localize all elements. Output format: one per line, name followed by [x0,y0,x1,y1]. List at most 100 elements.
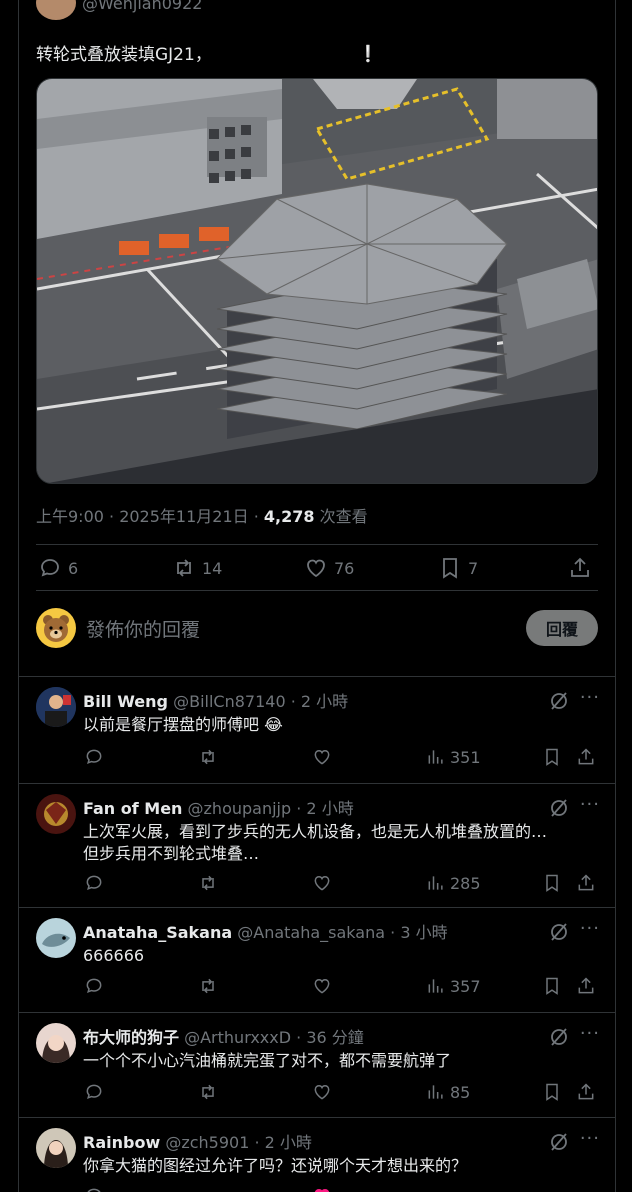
reply-time[interactable]: · 2 小時 [296,799,353,818]
grok-icon[interactable] [548,797,570,819]
reply-button[interactable] [84,1082,104,1102]
bookmark-button[interactable]: 7 [438,556,478,580]
reply-time[interactable]: · 36 分鐘 [296,1028,364,1047]
reply-item[interactable]: Anataha_Sakana @Anataha_sakana · 3 小時 ··… [18,908,616,1012]
grok-icon[interactable] [548,1026,570,1048]
like-button[interactable] [312,1082,332,1102]
reply-author-name[interactable]: Anataha_Sakana [83,923,232,942]
heart-icon [314,1188,330,1192]
author-handle[interactable]: @Wenjian0922 [82,0,202,16]
avatar-image [36,794,76,834]
heart-icon [314,1084,330,1100]
share-button[interactable] [568,556,592,580]
reply-icon [86,749,102,765]
reply-author-name[interactable]: Bill Weng [83,692,168,711]
tweet-actions: 6 14 76 7 [36,546,598,590]
user-avatar[interactable] [36,608,76,648]
reply-header: 布大师的狗子 @ArthurxxxD · 36 分鐘 [83,1024,364,1048]
share-icon [571,557,589,577]
reply-input[interactable]: 發佈你的回覆 [86,615,526,642]
like-button[interactable]: 76 [304,556,354,580]
reply-item[interactable]: Bill Weng @BillCn87140 · 2 小時 ··· 以前是餐厅摆… [18,677,616,783]
views-icon [428,1085,443,1099]
more-options-icon[interactable]: ··· [580,1128,600,1149]
grok-icon[interactable] [548,921,570,943]
reply-text: 上次军火展，看到了步兵的无人机设备，也是无人机堆叠放置的… [83,822,548,841]
avatar-image [36,1023,76,1063]
more-options-icon[interactable]: ··· [580,687,600,708]
reply-header: Bill Weng @BillCn87140 · 2 小時 [83,688,348,712]
bear-avatar-icon [43,615,69,642]
reply-author-name[interactable]: Fan of Men [83,799,182,818]
reply-time[interactable]: · 3 小時 [390,923,447,942]
reply-time[interactable]: · 2 小時 [254,1133,311,1152]
like-button[interactable] [312,976,332,996]
like-button[interactable] [312,747,332,767]
reply-author-handle[interactable]: @Anataha_sakana [237,923,385,942]
reply-time[interactable]: · 2 小時 [291,692,348,711]
share-icon [578,977,594,994]
divider [36,590,598,591]
bookmark-icon [546,748,558,766]
tweet-time[interactable]: 上午9:00 · 2025年11月21日 · [36,507,264,526]
more-options-icon[interactable]: ··· [580,794,600,815]
reply-author-handle[interactable]: @BillCn87140 [173,692,286,711]
share-button[interactable] [576,1082,596,1102]
reply-icon [41,559,59,577]
heart-icon [307,559,325,578]
reply-item[interactable]: Fan of Men @zhoupanjjp · 2 小時 ··· 上次军火展，… [18,784,616,907]
retweet-button[interactable] [198,747,218,767]
avatar[interactable] [36,794,76,834]
reply-author-handle[interactable]: @zhoupanjjp [188,799,292,818]
reply-button[interactable] [84,747,104,767]
views-button[interactable]: 357 [426,976,481,996]
grok-icon[interactable] [548,1131,570,1153]
tweet-text: 转轮式叠放装填GJ21， [36,45,212,65]
reply-button[interactable] [84,1186,104,1192]
reply-item[interactable]: Rainbow @zch5901 · 2 小時 ··· 你拿大猫的图经过允许了吗… [18,1118,616,1192]
like-button[interactable] [312,1186,332,1192]
grok-icon[interactable] [548,690,570,712]
retweet-button[interactable]: 14 [172,556,222,580]
reply-actions: 351 [80,747,600,771]
share-button[interactable] [576,747,596,767]
bookmark-button[interactable] [542,747,562,767]
more-options-icon[interactable]: ··· [580,918,600,939]
views-count: 85 [450,1082,471,1102]
reply-button[interactable] [84,873,104,893]
tweet-image[interactable] [36,78,598,484]
bookmark-button[interactable] [542,1082,562,1102]
retweet-icon [177,559,191,577]
reply-count: 6 [68,558,79,578]
reply-item[interactable]: 布大师的狗子 @ArthurxxxD · 36 分鐘 ··· 一个个不小心汽油桶… [18,1013,616,1117]
reply-author-name[interactable]: 布大师的狗子 [83,1028,179,1047]
bookmark-icon [443,558,457,579]
reply-button[interactable]: 6 [38,556,78,580]
reply-author-handle[interactable]: @zch5901 [165,1133,249,1152]
like-button[interactable] [312,873,332,893]
bookmark-button[interactable] [542,873,562,893]
retweet-button[interactable] [198,1082,218,1102]
avatar[interactable] [36,918,76,958]
avatar[interactable] [36,1128,76,1168]
views-count: 285 [450,873,481,893]
share-icon [578,874,594,891]
share-button[interactable] [576,873,596,893]
author-avatar[interactable] [36,0,76,20]
avatar[interactable] [36,1023,76,1063]
views-button[interactable]: 85 [426,1082,470,1102]
avatar[interactable] [36,687,76,727]
tweet-meta: 上午9:00 · 2025年11月21日 · 4,278 次查看 [36,503,368,527]
retweet-button[interactable] [198,873,218,893]
reply-button[interactable] [84,976,104,996]
views-button[interactable]: 351 [426,747,481,767]
share-button[interactable] [576,976,596,996]
views-button[interactable]: 285 [426,873,481,893]
retweet-button[interactable] [198,976,218,996]
reply-submit-button[interactable]: 回覆 [526,610,598,646]
more-options-icon[interactable]: ··· [580,1023,600,1044]
reply-icon [86,875,102,891]
bookmark-button[interactable] [542,976,562,996]
reply-author-name[interactable]: Rainbow [83,1133,160,1152]
reply-author-handle[interactable]: @ArthurxxxD [184,1028,291,1047]
